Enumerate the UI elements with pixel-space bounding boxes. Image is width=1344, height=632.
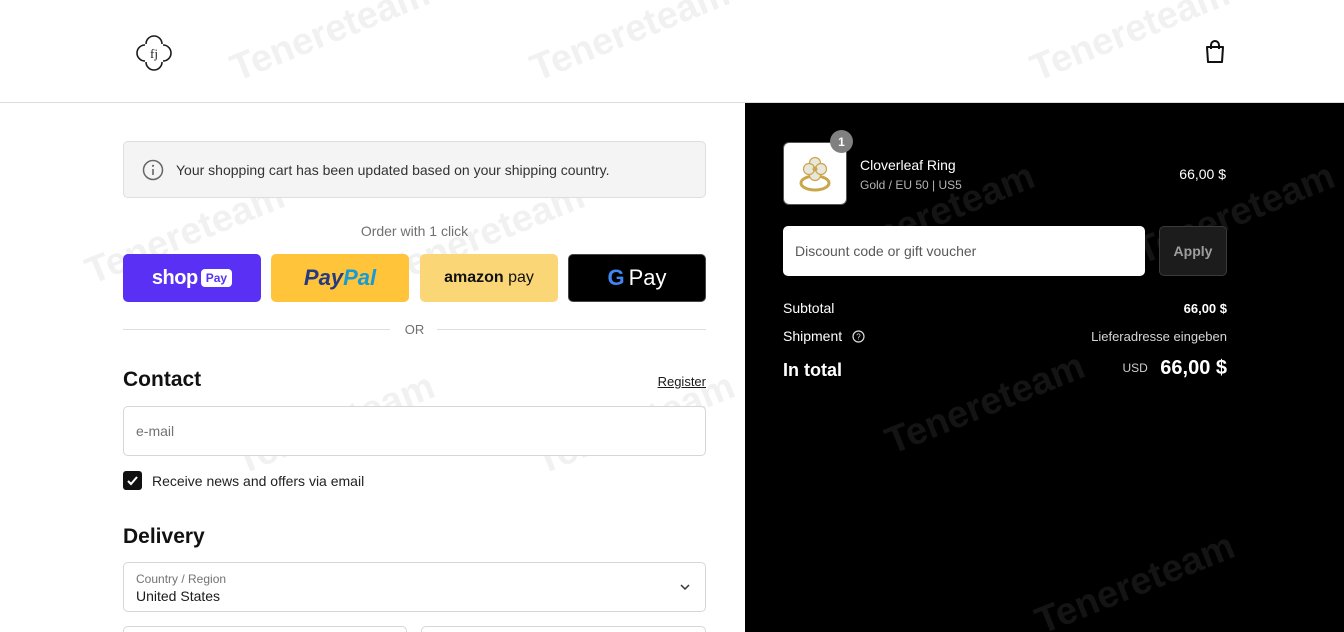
paypal-wordmark: PayPal	[303, 265, 377, 290]
cart-updated-notice: Your shopping cart has been updated base…	[123, 141, 706, 198]
register-link[interactable]: Register	[620, 374, 706, 389]
email-field[interactable]	[123, 406, 706, 456]
chevron-down-icon	[680, 584, 690, 591]
shipment-label: Shipment	[783, 328, 843, 344]
quantity-badge: 1	[830, 130, 853, 153]
country-value: United States	[136, 588, 221, 604]
product-price: 66,00 $	[1179, 166, 1226, 182]
checkmark-icon	[127, 476, 138, 486]
newsletter-checkbox-row[interactable]: Receive news and offers via email	[123, 471, 364, 490]
total-label: In total	[783, 360, 842, 380]
country-label: Country / Region	[136, 572, 227, 586]
subtotal-label: Subtotal	[783, 300, 835, 316]
last-name-field[interactable]	[421, 626, 706, 632]
amazon-pay-button[interactable]: amazon pay	[420, 254, 558, 302]
brand-logo[interactable]: fj	[134, 33, 174, 73]
first-name-field[interactable]	[123, 626, 407, 632]
watermark: Tenereteam	[224, 0, 436, 90]
shop-pay-wordmark: shop	[151, 266, 198, 289]
shipment-label-row: Shipment ?	[783, 328, 865, 344]
express-checkout-title: Order with 1 click	[360, 223, 469, 239]
email-input[interactable]	[124, 407, 705, 455]
total-currency: USD	[1122, 361, 1148, 375]
total-row: USD 66,00 $	[1027, 357, 1227, 380]
or-divider: OR	[123, 321, 706, 339]
shipment-value: Lieferadresse eingeben	[1091, 329, 1227, 344]
checkout-form: Tenereteam Tenereteam Tenereteam Teneret…	[0, 103, 745, 632]
google-pay-wordmark: G Pay	[607, 265, 667, 290]
help-icon[interactable]: ?	[852, 330, 865, 343]
page-header: fj Tenereteam Tenereteam Tenereteam	[0, 0, 1344, 103]
ring-image-icon	[799, 156, 831, 191]
clover-logo-icon: fj	[136, 35, 172, 71]
apply-discount-button[interactable]: Apply	[1159, 226, 1227, 276]
shop-pay-badge: Pay	[200, 269, 233, 287]
svg-text:?: ?	[856, 333, 861, 342]
google-pay-button[interactable]: G Pay	[568, 254, 706, 302]
watermark: Tenereteam	[1029, 525, 1241, 632]
shop-pay-button[interactable]: shop Pay	[123, 254, 261, 302]
google-g-icon: G	[607, 265, 625, 290]
product-variant: Gold / EU 50 | US5	[860, 178, 962, 192]
newsletter-label: Receive news and offers via email	[152, 472, 365, 489]
subtotal-value: 66,00 $	[1183, 301, 1227, 316]
delivery-heading: Delivery	[123, 525, 205, 548]
order-summary: Tenereteam Tenereteam Tenereteam Teneret…	[745, 103, 1344, 632]
info-icon	[142, 159, 164, 180]
watermark: Tenereteam	[524, 0, 736, 90]
amazon-pay-wordmark: amazon pay	[444, 269, 534, 286]
country-select[interactable]: Country / Region United States	[123, 562, 706, 612]
discount-field[interactable]	[783, 226, 1145, 276]
discount-input[interactable]	[783, 226, 1145, 276]
notice-text: Your shopping cart has been updated base…	[176, 161, 610, 178]
contact-heading: Contact	[123, 368, 202, 391]
paypal-button[interactable]: PayPal	[271, 254, 409, 302]
svg-text:fj: fj	[150, 46, 158, 61]
product-name: Cloverleaf Ring	[860, 157, 956, 173]
shopping-bag-icon[interactable]	[1204, 40, 1226, 64]
total-value: 66,00 $	[1160, 357, 1227, 379]
newsletter-checkbox[interactable]	[123, 471, 142, 490]
